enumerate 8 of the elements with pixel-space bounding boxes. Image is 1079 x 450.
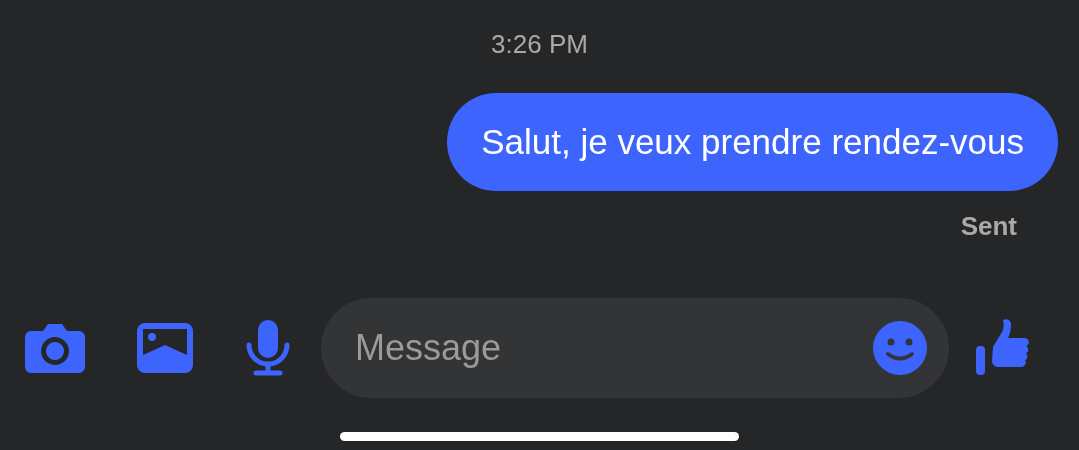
- emoji-icon[interactable]: [873, 321, 927, 375]
- delivery-status: Sent: [960, 211, 1017, 241]
- message-input-field[interactable]: Message: [321, 298, 949, 398]
- message-bubble: Salut, je veux prendre rendez-vous: [447, 93, 1058, 191]
- message-timestamp: 3:26 PM: [491, 28, 588, 60]
- camera-icon[interactable]: [25, 323, 85, 373]
- image-icon[interactable]: [137, 323, 193, 373]
- microphone-icon[interactable]: [246, 320, 290, 376]
